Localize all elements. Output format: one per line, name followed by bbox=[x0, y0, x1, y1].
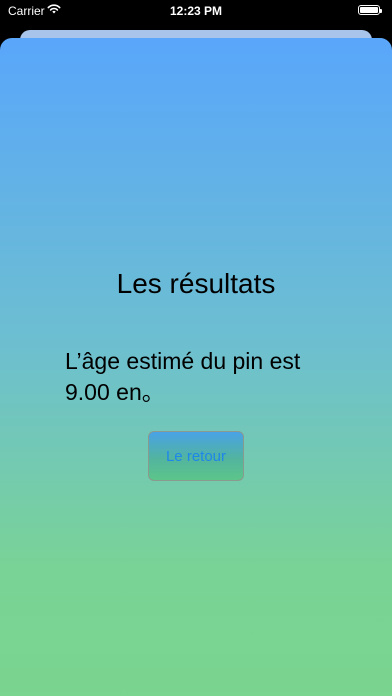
back-button[interactable]: Le retour bbox=[148, 431, 244, 481]
status-time: 12:23 PM bbox=[169, 4, 223, 18]
status-bar: Carrier 12:23 PM bbox=[0, 0, 392, 22]
results-title: Les résultats bbox=[116, 268, 276, 299]
estimated-age-message: L’âge estimé du pin est 9.00 en。 bbox=[65, 348, 301, 405]
battery-icon bbox=[358, 5, 382, 15]
app-screen: Carrier 12:23 PM Les résultats L’âge est… bbox=[0, 0, 392, 696]
